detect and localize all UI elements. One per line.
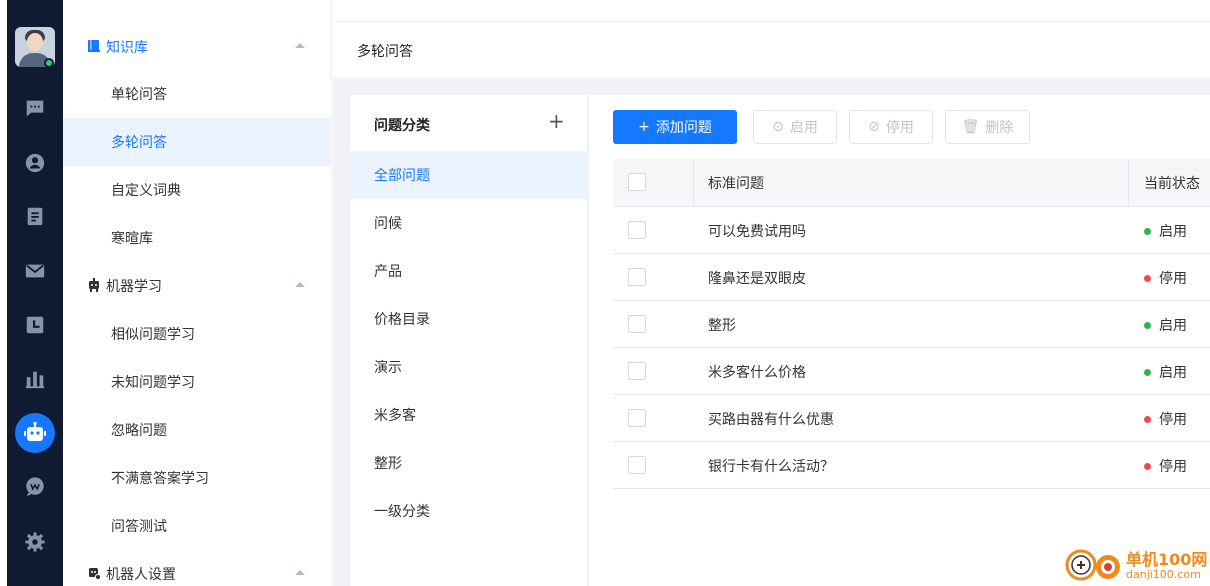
row-checkbox[interactable]: [628, 362, 646, 380]
menu-item-unsatisfied-answers[interactable]: 不满意答案学习: [63, 454, 332, 502]
clipboard-icon[interactable]: [23, 204, 47, 228]
watermark: 单机100网 danji100.com: [1060, 544, 1210, 586]
row-checkbox[interactable]: [628, 456, 646, 474]
menu-item-ignored-questions[interactable]: 忽略问题: [63, 406, 332, 454]
robot-icon: [89, 278, 99, 292]
robot-settings-icon: [89, 568, 101, 580]
question-text: 可以免费试用吗: [708, 224, 806, 240]
user-icon[interactable]: [23, 151, 47, 175]
menu-item-unknown-questions[interactable]: 未知问题学习: [63, 358, 332, 406]
category-item[interactable]: 价格目录: [350, 295, 588, 343]
select-all-checkbox[interactable]: [628, 173, 646, 191]
app-window: 知识库 单轮问答 多轮问答 自定义词典 寒暄库 机器学习 相似问题学习 未知问题…: [0, 0, 1210, 586]
row-checkbox[interactable]: [628, 409, 646, 427]
online-status-dot: [44, 58, 54, 68]
bar-chart-icon[interactable]: [23, 367, 47, 391]
delete-button[interactable]: 🗑 删除: [945, 110, 1030, 144]
plus-icon: +: [638, 119, 650, 135]
enable-button[interactable]: ⊙ 启用: [753, 110, 837, 144]
status-badge: 停用: [1144, 268, 1187, 288]
table-row[interactable]: 米多客什么价格 启用: [613, 348, 1210, 395]
add-category-icon[interactable]: +: [548, 111, 565, 131]
row-checkbox[interactable]: [628, 268, 646, 286]
collapse-caret-icon[interactable]: [295, 282, 305, 287]
gear-icon[interactable]: [23, 530, 47, 554]
row-checkbox[interactable]: [628, 221, 646, 239]
question-text: 整形: [708, 318, 736, 334]
robot-icon[interactable]: [15, 413, 55, 453]
status-badge: 启用: [1144, 315, 1187, 335]
menu-group-label: 机器人设置: [106, 567, 176, 583]
status-badge: 启用: [1144, 221, 1187, 241]
category-item[interactable]: 演示: [350, 343, 588, 391]
icon-rail-background: [7, 0, 63, 586]
top-strip: [333, 0, 1210, 22]
enable-label: 启用: [789, 120, 818, 136]
category-item[interactable]: 整形: [350, 439, 588, 487]
menu-item-single-qa[interactable]: 单轮问答: [63, 70, 332, 118]
page-header: 多轮问答: [333, 22, 1210, 78]
column-header-status: 当前状态: [1144, 176, 1200, 192]
question-text: 米多客什么价格: [708, 365, 806, 381]
menu-item-qa-test[interactable]: 问答测试: [63, 502, 332, 550]
category-item[interactable]: 一级分类: [350, 487, 588, 535]
menu-group-knowledge-base[interactable]: 知识库: [63, 23, 332, 71]
disable-label: 停用: [885, 120, 914, 136]
question-list-panel: + 添加问题 ⊙ 启用 ⊘ 停用 🗑 删除 标准问题 当前状态 可以免费试用吗 …: [589, 95, 1210, 586]
trash-icon: 🗑: [961, 119, 980, 135]
icon-rail: [0, 0, 63, 586]
table-row[interactable]: 银行卡有什么活动？ 停用: [613, 442, 1210, 489]
message-circle-icon[interactable]: [23, 475, 47, 499]
category-item[interactable]: 产品: [350, 247, 588, 295]
menu-group-label: 知识库: [106, 40, 148, 56]
row-checkbox[interactable]: [628, 315, 646, 333]
category-item[interactable]: 米多客: [350, 391, 588, 439]
menu-item-similar-questions[interactable]: 相似问题学习: [63, 310, 332, 358]
category-title: 问题分类: [374, 118, 430, 134]
menu-group-machine-learning[interactable]: 机器学习: [63, 262, 332, 310]
page-title: 多轮问答: [357, 44, 413, 60]
disable-button[interactable]: ⊘ 停用: [849, 110, 933, 144]
ban-icon: ⊘: [868, 119, 880, 135]
table-row[interactable]: 可以免费试用吗 启用: [613, 207, 1210, 254]
question-text: 银行卡有什么活动？: [708, 459, 834, 475]
question-text: 隆鼻还是双眼皮: [708, 271, 806, 287]
add-question-label: 添加问题: [655, 120, 712, 136]
column-header-question: 标准问题: [708, 176, 764, 192]
category-item-all[interactable]: 全部问题: [350, 151, 588, 199]
category-panel: 问题分类 + 全部问题 问候 产品 价格目录 演示 米多客 整形 一级分类: [350, 95, 588, 586]
check-circle-icon: ⊙: [772, 119, 784, 135]
table-row[interactable]: 整形 启用: [613, 301, 1210, 348]
add-question-button[interactable]: + 添加问题: [613, 110, 737, 144]
table-row[interactable]: 买路由器有什么优惠 停用: [613, 395, 1210, 442]
watermark-logo: [1065, 549, 1120, 581]
category-item[interactable]: 问候: [350, 199, 588, 247]
book-icon: [88, 40, 100, 52]
status-badge: 停用: [1144, 409, 1187, 429]
mail-icon[interactable]: [23, 259, 47, 283]
menu-group-robot-settings[interactable]: 机器人设置: [63, 550, 332, 586]
clock-icon[interactable]: [23, 313, 47, 337]
chat-icon[interactable]: [23, 96, 47, 120]
status-badge: 启用: [1144, 362, 1187, 382]
menu-group-label: 机器学习: [106, 279, 162, 295]
collapse-caret-icon[interactable]: [295, 43, 305, 48]
question-table: 标准问题 当前状态 可以免费试用吗 启用 隆鼻还是双眼皮 停用 整形 启用 米多…: [613, 159, 1210, 489]
menu-item-multi-qa[interactable]: 多轮问答: [63, 118, 332, 166]
category-header: 问题分类 +: [350, 95, 588, 151]
collapse-caret-icon[interactable]: [295, 570, 305, 575]
menu-item-custom-dictionary[interactable]: 自定义词典: [63, 166, 332, 214]
knowledge-menu: 知识库 单轮问答 多轮问答 自定义词典 寒暄库 机器学习 相似问题学习 未知问题…: [63, 0, 332, 586]
watermark-name: 单机100网: [1126, 550, 1208, 569]
menu-item-small-talk[interactable]: 寒暄库: [63, 214, 332, 262]
watermark-url: danji100.com: [1126, 568, 1201, 581]
table-header: 标准问题 当前状态: [613, 159, 1210, 207]
status-badge: 停用: [1144, 456, 1187, 476]
question-text: 买路由器有什么优惠: [708, 412, 834, 428]
table-row[interactable]: 隆鼻还是双眼皮 停用: [613, 254, 1210, 301]
delete-label: 删除: [985, 120, 1014, 136]
